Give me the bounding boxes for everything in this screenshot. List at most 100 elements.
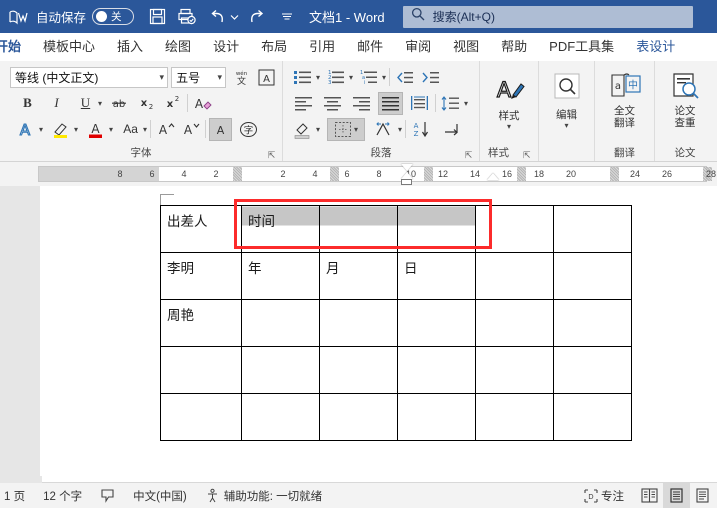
table-cell-selected[interactable]: 时间	[241, 205, 320, 253]
document-page[interactable]: 出差人 时间 李明 年 月 日 周艳	[40, 186, 717, 482]
change-case-chevron-down-icon[interactable]: ▾	[143, 125, 147, 134]
line-spacing-icon[interactable]	[439, 92, 463, 115]
borders-icon[interactable]: ▾	[327, 117, 366, 141]
table-row[interactable]: 李明 年 月 日	[160, 252, 632, 300]
underline-button[interactable]: U	[74, 92, 97, 115]
table-cell[interactable]: 年	[241, 252, 320, 300]
editing-chevron-down-icon[interactable]: ▾	[564, 121, 568, 130]
table-cell[interactable]	[553, 393, 632, 441]
multilevel-list-icon[interactable]: 1 a i	[357, 66, 381, 89]
increase-indent-icon[interactable]	[419, 66, 442, 89]
align-center-icon[interactable]	[320, 92, 345, 115]
character-border-icon[interactable]: A	[255, 66, 278, 89]
enclose-character-icon[interactable]: 字	[237, 118, 260, 141]
table-row[interactable]	[160, 393, 632, 441]
word-count[interactable]: 12 个字	[34, 483, 91, 508]
document-table[interactable]: 出差人 时间 李明 年 月 日 周艳	[160, 205, 632, 441]
adjust-list-indent-icon[interactable]	[372, 118, 397, 141]
focus-mode-label[interactable]: 专注	[600, 483, 636, 508]
table-row[interactable]	[160, 346, 632, 394]
superscript-icon[interactable]: x 2	[161, 92, 184, 115]
page-count[interactable]: 1 页	[0, 483, 34, 508]
customize-qat-icon[interactable]	[279, 4, 295, 30]
tab-view[interactable]: 视图	[442, 33, 490, 61]
tab-review[interactable]: 审阅	[394, 33, 442, 61]
bold-button[interactable]: B	[16, 92, 39, 115]
autosave-toggle[interactable]: 关	[92, 8, 135, 25]
font-size-combo[interactable]: 五号 ▾	[171, 66, 226, 88]
tab-table-design[interactable]: 表设计	[625, 33, 686, 61]
tab-insert[interactable]: 插入	[106, 33, 154, 61]
table-column-marker[interactable]	[610, 167, 619, 181]
editing-button[interactable]: 编辑 ▾	[544, 69, 590, 130]
font-dialog-launcher-icon[interactable]: ⇱	[267, 151, 276, 160]
word-quick-access-icon[interactable]	[6, 4, 30, 30]
italic-button[interactable]: I	[45, 92, 68, 115]
table-cell[interactable]	[241, 393, 320, 441]
table-cell[interactable]	[475, 346, 554, 394]
focus-mode-icon[interactable]: D	[575, 483, 600, 508]
font-color-chevron-down-icon[interactable]: ▾	[109, 125, 113, 134]
tab-start[interactable]: 开始	[0, 33, 32, 61]
tab-references[interactable]: 引用	[298, 33, 346, 61]
table-cell[interactable]	[397, 299, 476, 347]
table-cell[interactable]	[475, 393, 554, 441]
line-spacing-chevron-down-icon[interactable]: ▾	[464, 99, 468, 108]
save-icon[interactable]	[146, 4, 168, 30]
table-cell[interactable]: 日	[397, 252, 476, 300]
table-cell[interactable]	[475, 299, 554, 347]
table-column-marker[interactable]	[424, 167, 433, 181]
table-cell[interactable]	[160, 346, 242, 394]
bullet-list-icon[interactable]	[291, 66, 315, 89]
tab-mailings[interactable]: 邮件	[346, 33, 394, 61]
table-cell[interactable]	[319, 346, 398, 394]
language-indicator[interactable]: 中文(中国)	[124, 483, 196, 508]
adjust-indent-chevron-down-icon[interactable]: ▾	[398, 125, 402, 134]
font-name-combo[interactable]: 等线 (中文正文) ▾	[10, 66, 169, 88]
highlight-chevron-down-icon[interactable]: ▾	[74, 125, 78, 134]
table-cell[interactable]	[553, 346, 632, 394]
show-formatting-marks-icon[interactable]	[439, 118, 463, 141]
decrease-indent-icon[interactable]	[393, 66, 416, 89]
tab-template-center[interactable]: 模板中心	[32, 33, 106, 61]
search-input[interactable]: 搜索(Alt+Q)	[402, 5, 693, 28]
table-cell[interactable]	[553, 205, 632, 253]
hanging-indent-marker[interactable]	[401, 172, 413, 179]
table-cell[interactable]: 月	[319, 252, 398, 300]
table-cell-selected[interactable]	[319, 205, 398, 253]
web-layout-icon[interactable]	[690, 483, 717, 508]
quick-print-icon[interactable]	[176, 4, 198, 30]
plagiarism-check-button[interactable]: 论文 查重	[662, 69, 708, 129]
redo-icon[interactable]	[247, 4, 267, 30]
table-column-marker[interactable]	[330, 167, 339, 181]
numbering-chevron-down-icon[interactable]: ▾	[349, 73, 353, 82]
table-cell[interactable]	[553, 252, 632, 300]
table-cell[interactable]	[397, 393, 476, 441]
sort-icon[interactable]: A Z	[409, 118, 433, 141]
proofing-errors-icon[interactable]	[91, 483, 124, 508]
shading-chevron-down-icon[interactable]: ▾	[316, 125, 320, 134]
tab-draw[interactable]: 绘图	[154, 33, 202, 61]
table-cell[interactable]	[241, 299, 320, 347]
text-effects-chevron-down-icon[interactable]: ▾	[39, 125, 43, 134]
table-cell[interactable]	[475, 205, 554, 253]
subscript-icon[interactable]: x 2	[135, 92, 158, 115]
change-case-button[interactable]: Aa	[119, 118, 142, 141]
styles-chevron-down-icon[interactable]: ▾	[507, 122, 511, 131]
horizontal-ruler[interactable]: 8 6 4 2 2 4 6 8 10 12 14 16 18 20 22 24 …	[38, 164, 716, 185]
text-effects-icon[interactable]: A	[14, 118, 38, 141]
bullets-chevron-down-icon[interactable]: ▾	[316, 73, 320, 82]
table-row[interactable]: 出差人 时间	[160, 205, 632, 253]
tab-help[interactable]: 帮助	[490, 33, 538, 61]
read-mode-icon[interactable]	[636, 483, 663, 508]
underline-chevron-down-icon[interactable]: ▾	[98, 99, 102, 108]
clear-formatting-icon[interactable]: A	[191, 92, 215, 115]
table-cell[interactable]: 周艳	[160, 299, 242, 347]
document-area[interactable]: 出差人 时间 李明 年 月 日 周艳	[0, 186, 717, 482]
table-cell[interactable]	[397, 346, 476, 394]
font-color-icon[interactable]: A	[84, 118, 108, 141]
table-cell[interactable]	[160, 393, 242, 441]
table-column-marker[interactable]	[233, 167, 242, 181]
accessibility-icon[interactable]	[196, 483, 222, 508]
full-translate-button[interactable]: a 中 全文 翻译	[602, 69, 648, 129]
